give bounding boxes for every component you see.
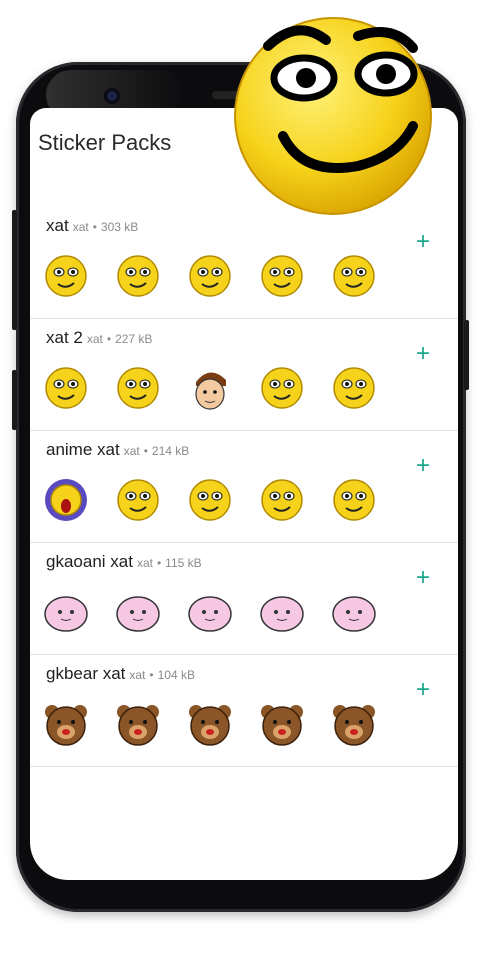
pack-name: anime xat (46, 440, 120, 459)
add-pack-button[interactable]: + (416, 342, 430, 366)
pack-meta-separator: • (143, 444, 148, 458)
pack-meta-separator: • (156, 556, 162, 570)
pack-name: gkaoani xat (46, 552, 133, 571)
crying-face-icon[interactable] (258, 252, 306, 300)
sticker-pack-row[interactable]: xat 2 xat • 227 kB + (30, 318, 458, 431)
volume-button (12, 210, 17, 330)
bixby-button (12, 370, 17, 430)
pink-love-blob-icon[interactable] (330, 588, 378, 636)
pack-size: 227 kB (115, 332, 153, 346)
power-button (464, 320, 469, 390)
surprised-face-icon[interactable] (186, 476, 234, 524)
shocked-face-icon[interactable] (114, 476, 162, 524)
facepalm-face-icon[interactable] (258, 364, 306, 412)
pack-size: 214 kB (151, 444, 190, 458)
bear-shout-icon[interactable] (42, 700, 90, 748)
pink-happy-blob-icon[interactable] (258, 588, 306, 636)
pack-header: anime xat xat • 214 kB (46, 440, 189, 460)
bear-wink-icon[interactable] (330, 700, 378, 748)
pink-glasses-blob-icon[interactable] (186, 588, 234, 636)
pack-name: gkbear xat (46, 664, 126, 683)
cheeky-face-icon[interactable] (42, 364, 90, 412)
bear-dizzy-icon[interactable] (186, 700, 234, 748)
pack-author: xat (86, 332, 103, 346)
neutral-face-icon[interactable] (114, 364, 162, 412)
pack-meta-separator: • (106, 332, 112, 346)
angry-face-icon[interactable] (186, 252, 234, 300)
pink-crying-blob-icon[interactable] (114, 588, 162, 636)
add-pack-button[interactable]: + (416, 678, 430, 702)
sticker-pack-row[interactable]: xat xat • 303 kB + (30, 206, 458, 319)
raised-brow-face-icon[interactable] (330, 364, 378, 412)
pack-author: xat (129, 668, 146, 682)
pack-author: xat (136, 556, 153, 570)
pack-header: gkbear xat xat • 104 kB (46, 664, 195, 684)
pack-name: xat 2 (46, 328, 83, 347)
pack-size: 104 kB (157, 668, 195, 682)
front-camera-icon (104, 88, 120, 104)
add-pack-button[interactable]: + (416, 230, 430, 254)
pack-name: xat (46, 216, 69, 235)
bear-yell-icon[interactable] (114, 700, 162, 748)
pack-header: xat xat • 303 kB (46, 216, 138, 236)
dizzy-face-icon[interactable] (330, 476, 378, 524)
app-screen: Sticker Packs xat xat • 303 kB + xat 2 xat • 227… (30, 108, 458, 880)
sticker-pack-row[interactable]: gkaoani xat xat • 115 kB + (30, 542, 458, 655)
pink-smile-blob-icon[interactable] (42, 588, 90, 636)
pack-size: 115 kB (165, 556, 202, 570)
pack-author: xat (123, 444, 140, 458)
laughing-hand-face-icon[interactable] (258, 476, 306, 524)
add-pack-button[interactable]: + (416, 566, 430, 590)
page-title: Sticker Packs (38, 130, 172, 155)
smirk-mascot-icon (234, 17, 432, 215)
pack-size: 303 kB (100, 220, 139, 234)
pack-meta-separator: • (149, 668, 154, 682)
sticker-pack-row[interactable]: gkbear xat xat • 104 kB + (30, 654, 458, 767)
worried-face-icon[interactable] (330, 252, 378, 300)
add-pack-button[interactable]: + (416, 454, 430, 478)
pack-header: gkaoani xat xat • 115 kB (46, 552, 202, 572)
sleepy-face-icon[interactable] (42, 252, 90, 300)
pack-author: xat (72, 220, 89, 234)
sticker-pack-row[interactable]: anime xat xat • 214 kB + (30, 430, 458, 543)
cartoon-boy-icon[interactable] (186, 364, 234, 412)
pack-meta-separator: • (92, 220, 97, 234)
screaming-ghost-icon[interactable] (42, 476, 90, 524)
bear-sleepy-icon[interactable] (258, 700, 306, 748)
pack-header: xat 2 xat • 227 kB (46, 328, 152, 348)
smirk-face-icon[interactable] (114, 252, 162, 300)
